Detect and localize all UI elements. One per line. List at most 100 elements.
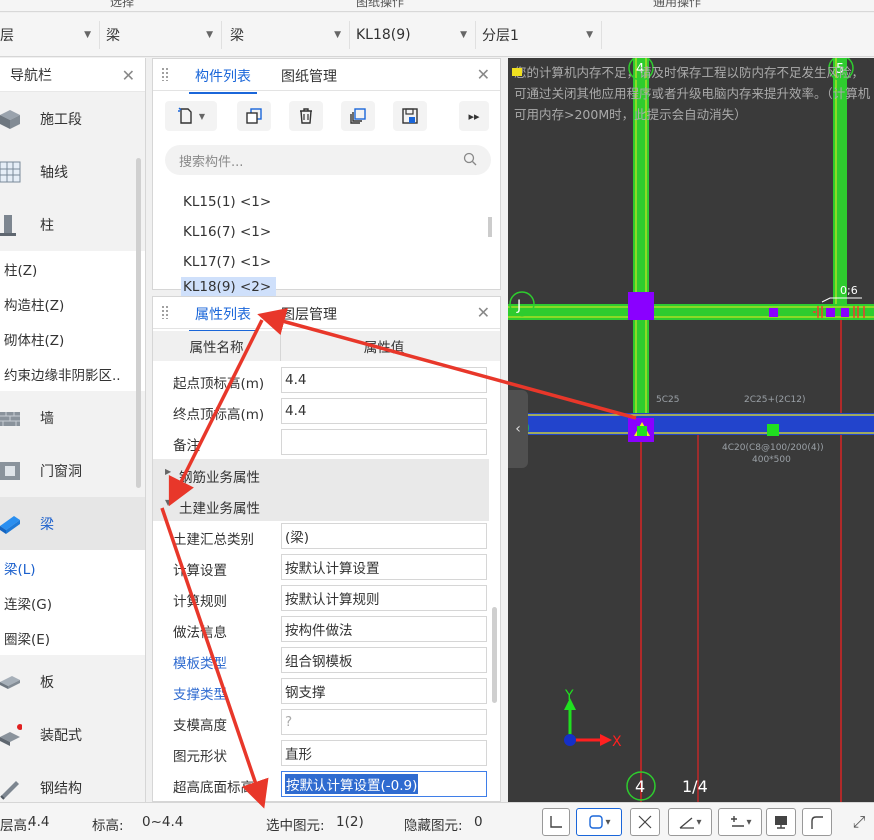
cad-drawing[interactable]: 5C25 2C25+(2C12) 4C20(C8@100/200(4)) 400…	[508, 58, 874, 802]
property-value-field[interactable]: 按默认计算规则	[281, 585, 487, 611]
elevation-label: 标高:	[92, 818, 124, 834]
drag-handle-icon[interactable]	[161, 67, 169, 81]
property-value-field[interactable]: 按构件做法	[281, 616, 487, 642]
layer-copy-button[interactable]	[341, 101, 375, 131]
property-table-header: 属性名称 属性值	[153, 331, 500, 361]
save-icon	[402, 108, 418, 124]
column-marker[interactable]	[628, 292, 654, 320]
component-scrollbar[interactable]	[488, 217, 492, 237]
layer-select[interactable]: 分层1 ▼	[480, 21, 602, 49]
list-item-selected[interactable]: KL18(9) <2>	[181, 277, 276, 297]
fullscreen-button[interactable]: ⤢	[846, 808, 872, 836]
list-item[interactable]: KL15(1) <1>	[153, 187, 493, 217]
nav-header: 导航栏 ✕	[0, 58, 145, 92]
display-button[interactable]	[766, 808, 796, 836]
close-icon[interactable]: ✕	[477, 65, 490, 84]
property-value-field[interactable]: 4.4	[281, 398, 487, 424]
tab-property-list[interactable]: 属性列表	[189, 304, 257, 332]
property-value-field[interactable]	[281, 429, 487, 455]
grid-axis-icon	[0, 161, 21, 182]
property-value-input-active[interactable]: 按默认计算设置(-0.9)	[281, 771, 487, 797]
tab-drawing-management[interactable]: 图纸管理	[281, 66, 337, 86]
floor-select[interactable]: 层 ▼	[0, 21, 100, 49]
crosshair-button[interactable]	[630, 808, 660, 836]
property-value-field[interactable]: 4.4	[281, 367, 487, 393]
orthogonal-button[interactable]	[542, 808, 570, 836]
status-bar: 层高: 4.4 标高: 0~4.4 选中图元: 1(2) 隐藏图元: 0 ▾ ▾…	[0, 802, 874, 840]
delete-component-button[interactable]	[289, 101, 323, 131]
column-marker[interactable]	[826, 308, 835, 317]
ribbon-group-labels: 选择 图纸操作 通用操作	[0, 0, 874, 12]
selected-value: 1(2)	[336, 814, 364, 830]
component-search-input[interactable]: 搜索构件...	[165, 145, 491, 175]
drawing-canvas[interactable]: 5C25 2C25+(2C12) 4C20(C8@100/200(4)) 400…	[508, 58, 874, 802]
snap-mode-button[interactable]: ▾	[576, 808, 622, 836]
close-icon[interactable]: ✕	[122, 66, 135, 85]
group-civil-properties[interactable]: ▼ 土建业务属性	[153, 490, 489, 521]
nav-sub-construct-column[interactable]: 构造柱(Z)	[0, 286, 145, 321]
tab-layer-management[interactable]: 图层管理	[281, 304, 337, 324]
formwork-type-link[interactable]: 模板类型	[173, 652, 227, 672]
nav-cat-wall[interactable]: 墙	[0, 391, 145, 444]
copy-component-button[interactable]	[237, 101, 271, 131]
more-button[interactable]: ▸▸	[459, 101, 489, 131]
nav-sub-column-z[interactable]: 柱(Z)	[0, 251, 145, 286]
beam-label: 5C25	[656, 395, 679, 405]
offset-button[interactable]: ▾	[718, 808, 762, 836]
ribbon-group-select[interactable]: 选择	[110, 0, 134, 10]
nav-sub-masonry-column[interactable]: 砌体柱(Z)	[0, 321, 145, 356]
property-value-field[interactable]: 钢支撑	[281, 678, 487, 704]
collapse-panel-button[interactable]: ‹	[508, 390, 528, 468]
property-row: 图元形状 直形	[153, 738, 489, 769]
property-value-field[interactable]: 组合钢模板	[281, 647, 487, 673]
new-component-button[interactable]: ▼	[165, 101, 217, 131]
nav-scrollbar[interactable]	[136, 158, 141, 488]
nav-sub-boundary-column[interactable]: 约束边缘非阴影区..	[0, 356, 145, 391]
ucs-y-label: Y	[564, 688, 574, 704]
close-icon[interactable]: ✕	[477, 303, 490, 322]
nav-cat-column[interactable]: 柱	[0, 198, 145, 251]
nav-sub-ring-beam[interactable]: 圈梁(E)	[0, 620, 145, 655]
save-component-button[interactable]	[393, 101, 427, 131]
property-value-field[interactable]: 直形	[281, 740, 487, 766]
beam-label: 2C25+(2C12)	[744, 395, 806, 405]
grip-mid[interactable]	[767, 424, 779, 436]
support-type-link[interactable]: 支撑类型	[173, 683, 227, 703]
nav-cat-construction-section[interactable]: 施工段	[0, 92, 145, 145]
property-value-field[interactable]: 按默认计算设置	[281, 554, 487, 580]
beam-selected-kl18[interactable]	[508, 413, 874, 435]
nav-sub-coupling-beam[interactable]: 连梁(G)	[0, 585, 145, 620]
component-select[interactable]: KL18(9) ▼	[354, 21, 476, 49]
nav-sub-beam-l[interactable]: 梁(L)	[0, 550, 145, 585]
list-item[interactable]: KL16(7) <1>	[153, 217, 493, 247]
property-row: 支撑类型 钢支撑	[153, 676, 489, 707]
list-item[interactable]: KL17(7) <1>	[153, 247, 493, 277]
property-value-field[interactable]: (梁)	[281, 523, 487, 549]
angle-button[interactable]: ▾	[668, 808, 712, 836]
property-row: 起点顶标高(m) 4.4	[153, 365, 489, 396]
property-value-field[interactable]: ?	[281, 709, 487, 735]
grip-start[interactable]	[637, 426, 647, 436]
nav-cat-grid-axis[interactable]: 轴线	[0, 145, 145, 198]
nav-cat-steel-structure[interactable]: 钢结构	[0, 761, 145, 802]
nav-cat-door-window[interactable]: 门窗洞	[0, 444, 145, 497]
ucs-x-arrow	[600, 734, 612, 746]
nav-cat-slab[interactable]: 板	[0, 655, 145, 708]
nav-cat-prefab[interactable]: 装配式	[0, 708, 145, 761]
trash-icon	[300, 108, 312, 124]
group-rebar-properties[interactable]: ▶ 钢筋业务属性	[153, 459, 489, 490]
hidden-value: 0	[474, 814, 483, 830]
ribbon-group-drawing[interactable]: 图纸操作	[356, 0, 404, 10]
column-marker[interactable]	[769, 308, 778, 317]
category-select[interactable]: 梁 ▼	[104, 21, 222, 49]
corner-button[interactable]	[802, 808, 832, 836]
nav-cat-beam[interactable]: 梁	[0, 497, 145, 550]
property-row: 终点顶标高(m) 4.4	[153, 396, 489, 427]
type-select[interactable]: 梁 ▼	[228, 21, 350, 49]
column-marker[interactable]	[841, 308, 849, 317]
beam-horizontal-j[interactable]	[508, 304, 874, 320]
drag-handle-icon[interactable]	[161, 305, 169, 319]
property-scrollbar[interactable]	[492, 607, 497, 703]
ribbon-group-general[interactable]: 通用操作	[653, 0, 701, 10]
tab-component-list[interactable]: 构件列表	[189, 66, 257, 94]
